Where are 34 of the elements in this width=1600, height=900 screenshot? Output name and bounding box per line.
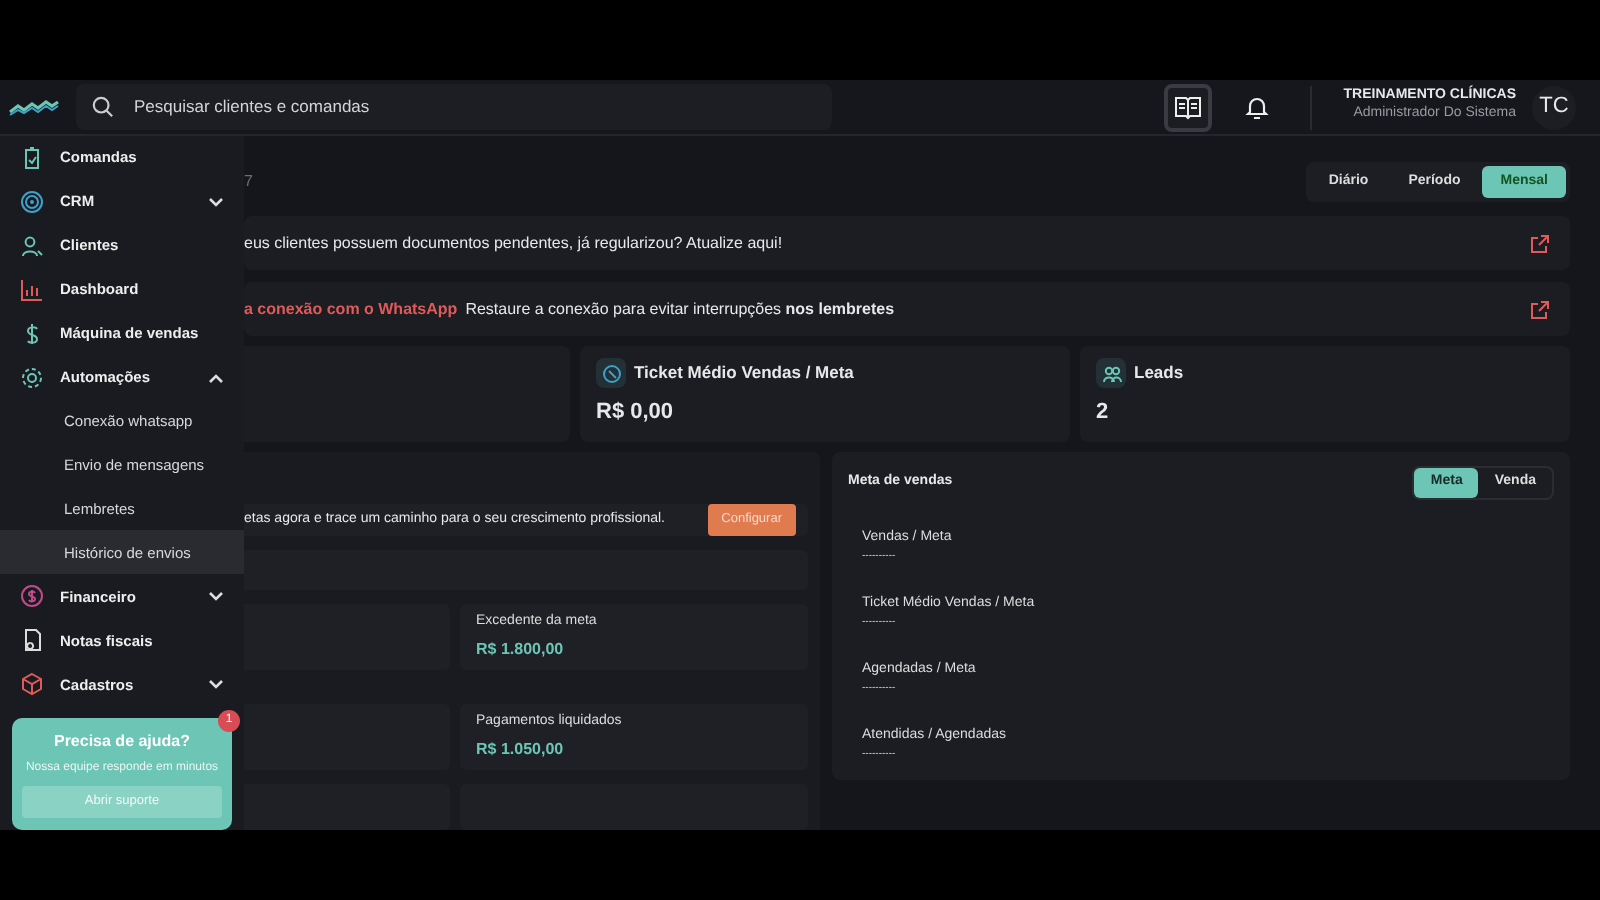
alert-title: a conexão com o WhatsApp — [244, 299, 458, 317]
people-icon — [1096, 358, 1126, 388]
metric-value: R$ 1.050,00 — [476, 737, 566, 762]
stat-value: 2 — [1096, 398, 1111, 428]
search-bar[interactable]: Pesquisar clientes e comandas — [76, 84, 832, 130]
document-icon — [20, 628, 44, 653]
chevron-icon — [208, 678, 224, 691]
external-link-icon[interactable] — [1530, 299, 1550, 319]
user-avatar[interactable]: TC — [1532, 85, 1576, 129]
coin-icon — [20, 584, 44, 609]
gear-icon — [20, 365, 44, 390]
date-text: 7 — [244, 170, 253, 194]
chevron-icon — [208, 195, 224, 208]
target-icon — [20, 189, 44, 214]
person-icon — [20, 233, 44, 258]
metric-value: R$ 1.800,00 — [476, 637, 566, 662]
search-field[interactable]: Pesquisar clientes e comandas — [130, 92, 816, 122]
stat-title: Leads — [1134, 360, 1184, 386]
cube-icon — [20, 672, 44, 697]
alert-text: Restaure a conexão para evitar interrupções nos lembretes — [465, 299, 895, 317]
search-icon — [92, 96, 114, 118]
clipboard-icon — [20, 145, 44, 170]
logo-icon — [8, 99, 60, 115]
chevron-icon — [208, 590, 224, 603]
stat-value: R$ 0,00 — [596, 398, 676, 428]
chevron-icon — [208, 371, 224, 384]
bell-icon[interactable] — [1243, 93, 1270, 121]
book-button[interactable] — [1163, 83, 1212, 131]
stat-title: Ticket Médio Vendas / Meta — [634, 360, 854, 386]
help-title: Precisa de ajuda? — [51, 730, 193, 755]
alert-text: eus clientes possuem documentos pendentes, já regularizou? Atualize aqui! — [244, 233, 783, 251]
chart-icon — [20, 277, 44, 302]
external-link-icon[interactable] — [1530, 233, 1550, 253]
book-icon — [1173, 95, 1202, 119]
